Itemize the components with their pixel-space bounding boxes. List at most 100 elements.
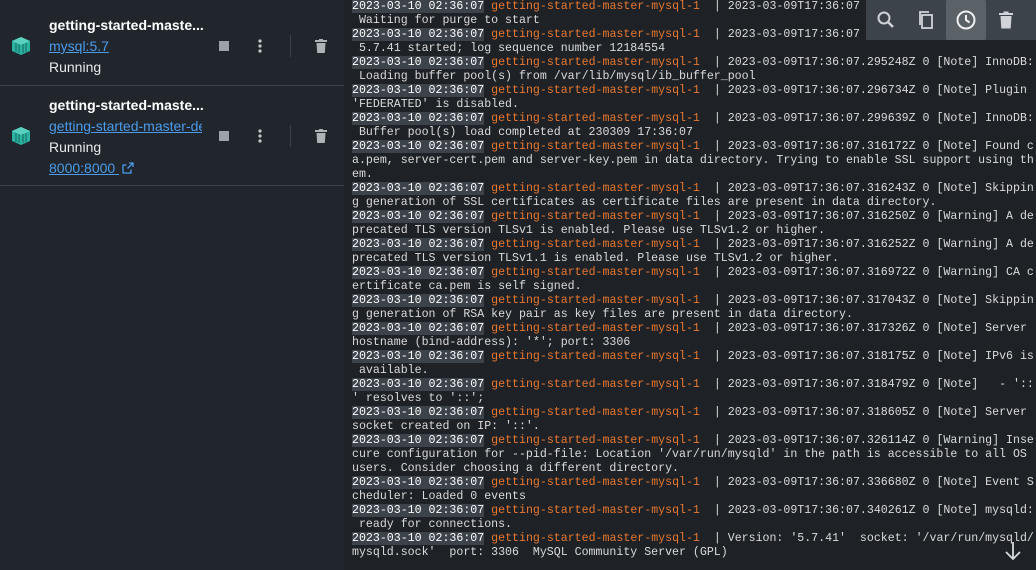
log-line: a.pem, server-cert.pem and server-key.pe…: [352, 154, 1034, 168]
log-message: | 2023-03-09T17:36:07.318175Z 0 [Note] I…: [699, 350, 1034, 363]
scroll-to-bottom-icon[interactable]: [1002, 540, 1024, 562]
log-line: 2023-03-10 02:36:07 getting-started-mast…: [352, 322, 1027, 336]
log-source: getting-started-master-mysql-1: [491, 182, 700, 195]
log-line: ' resolves to '::';: [352, 392, 484, 406]
log-timestamp: 2023-03-10 02:36:07: [352, 140, 485, 153]
log-timestamp: 2023-03-10 02:36:07: [352, 0, 485, 13]
container-image-link[interactable]: getting-started-master-de: [49, 118, 202, 134]
log-message: | Version: '5.7.41' socket: '/var/run/my…: [699, 532, 1034, 545]
container-name[interactable]: getting-started-maste...: [49, 17, 205, 33]
log-message: | 2023-03-09T17:36:07.295248Z 0 [Note] I…: [699, 56, 1034, 69]
log-line: Waiting for purge to start: [352, 14, 540, 28]
log-message: precated TLS version TLSv1.1 is enabled.…: [352, 252, 840, 265]
log-timestamp: 2023-03-10 02:36:07: [352, 266, 485, 279]
stop-icon: [219, 41, 229, 51]
log-line: ertificate ca.pem is self signed.: [352, 280, 582, 294]
more-options-button[interactable]: [248, 34, 272, 58]
log-message: Waiting for purge to start: [352, 14, 540, 27]
log-message: Loading buffer pool(s) from /var/lib/mys…: [352, 70, 756, 83]
log-source: getting-started-master-mysql-1: [491, 504, 700, 517]
clock-icon: [956, 10, 976, 30]
log-timestamp: 2023-03-10 02:36:07: [352, 532, 485, 545]
log-message: cheduler: Loaded 0 events: [352, 490, 526, 503]
log-line: socket created on IP: '::'.: [352, 420, 540, 434]
log-timestamp: 2023-03-10 02:36:07: [352, 84, 485, 97]
clear-logs-button[interactable]: [986, 0, 1026, 40]
log-line: 2023-03-10 02:36:07 getting-started-mast…: [352, 182, 1034, 196]
log-line: 2023-03-10 02:36:07 getting-started-mast…: [352, 84, 1027, 98]
container-row[interactable]: getting-started-maste... mysql:5.7 Runni…: [0, 0, 344, 86]
log-timestamp: 2023-03-10 02:36:07: [352, 322, 485, 335]
delete-container-button[interactable]: [309, 124, 333, 148]
log-timestamp: 2023-03-10 02:36:07: [352, 210, 485, 223]
log-message: | 2023-03-09T17:36:07.299639Z 0 [Note] I…: [699, 112, 1034, 125]
log-message: | 2023-03-09T17:36:07.316172Z 0 [Note] F…: [699, 140, 1034, 153]
container-name[interactable]: getting-started-maste...: [49, 97, 205, 113]
log-line: 2023-03-10 02:36:07 getting-started-mast…: [352, 378, 1034, 392]
copy-icon: [919, 11, 933, 29]
log-line: g generation of RSA key pair as key file…: [352, 308, 853, 322]
log-line: hostname (bind-address): '*'; port: 3306: [352, 336, 630, 350]
log-timestamp: 2023-03-10 02:36:07: [352, 504, 485, 517]
log-source: getting-started-master-mysql-1: [491, 210, 700, 223]
delete-icon: [999, 11, 1013, 29]
log-line: em.: [352, 168, 373, 182]
log-message: | 2023-03-09T17:36:07.318479Z 0 [Note] -…: [699, 378, 1034, 391]
log-timestamp: 2023-03-10 02:36:07: [352, 28, 485, 41]
log-line: 2023-03-10 02:36:07 getting-started-mast…: [352, 210, 1034, 224]
log-message: | 2023-03-09T17:36:07.326114Z 0 [Warning…: [699, 434, 1034, 447]
log-source: getting-started-master-mysql-1: [491, 476, 700, 489]
log-line: 2023-03-10 02:36:07 getting-started-mast…: [352, 238, 1034, 252]
container-row[interactable]: getting-started-maste... getting-started…: [0, 87, 344, 186]
log-line: 2023-03-10 02:36:07 getting-started-mast…: [352, 56, 1034, 70]
log-timestamp: 2023-03-10 02:36:07: [352, 476, 485, 489]
log-line: available.: [352, 364, 429, 378]
log-message: | 2023-03-09T17:36:07.340261Z 0 [Note] m…: [699, 504, 1034, 517]
log-message: g generation of RSA key pair as key file…: [352, 308, 853, 321]
log-line: precated TLS version TLSv1.1 is enabled.…: [352, 252, 839, 266]
timestamps-toggle[interactable]: [946, 0, 986, 40]
log-line: 2023-03-10 02:36:07 getting-started-mast…: [352, 350, 1034, 364]
log-message: | 2023-03-09T17:36:07.316972Z 0 [Warning…: [699, 266, 1034, 279]
log-output[interactable]: 2023-03-10 02:36:07 getting-started-mast…: [344, 0, 1036, 570]
log-message: socket created on IP: '::'.: [352, 420, 540, 433]
log-message: ready for connections.: [352, 518, 513, 531]
port-link[interactable]: 8000:8000: [49, 160, 134, 176]
log-message: | 2023-03-09T17:36:07.316243Z 0 [Note] S…: [699, 182, 1034, 195]
log-message: available.: [352, 364, 429, 377]
stop-button[interactable]: [212, 34, 236, 58]
search-button[interactable]: [866, 0, 906, 40]
log-source: getting-started-master-mysql-1: [491, 322, 700, 335]
log-source: getting-started-master-mysql-1: [491, 294, 700, 307]
log-message: | 2023-03-09T17:36:07.336680Z 0 [Note] E…: [699, 476, 1034, 489]
stop-button[interactable]: [212, 124, 236, 148]
log-source: getting-started-master-mysql-1: [491, 84, 700, 97]
log-message: precated TLS version TLSv1 is enabled. P…: [352, 224, 826, 237]
log-message: cure configuration for --pid-file: Locat…: [352, 448, 1027, 461]
log-message: 5.7.41 started; log sequence number 1218…: [352, 42, 666, 55]
log-timestamp: 2023-03-10 02:36:07: [352, 56, 485, 69]
log-line: 'FEDERATED' is disabled.: [352, 98, 519, 112]
copy-button[interactable]: [906, 0, 946, 40]
more-options-button[interactable]: [248, 124, 272, 148]
log-message: ertificate ca.pem is self signed.: [352, 280, 582, 293]
log-toolbar: [866, 0, 1036, 40]
log-source: getting-started-master-mysql-1: [491, 28, 700, 41]
delete-container-button[interactable]: [309, 34, 333, 58]
log-message: | 2023-03-09T17:36:07.316250Z 0 [Warning…: [699, 210, 1034, 223]
log-source: getting-started-master-mysql-1: [491, 266, 700, 279]
container-image-link[interactable]: mysql:5.7: [49, 38, 109, 54]
more-vertical-icon: [258, 129, 262, 143]
log-line: 2023-03-10 02:36:07 getting-started-mast…: [352, 434, 1034, 448]
divider: [290, 35, 291, 57]
container-status: Running: [49, 139, 102, 155]
log-message: | 2023-03-09T17:36:07.318605Z 0 [Note] S…: [699, 406, 1027, 419]
port-label[interactable]: 8000:8000: [49, 160, 115, 176]
log-line: cheduler: Loaded 0 events: [352, 490, 526, 504]
log-line: 2023-03-10 02:36:07 getting-started-mast…: [352, 0, 860, 14]
log-line: g generation of SSL certificates as cert…: [352, 196, 936, 210]
log-message: ' resolves to '::';: [352, 392, 485, 405]
log-timestamp: 2023-03-10 02:36:07: [352, 434, 485, 447]
log-line: 2023-03-10 02:36:07 getting-started-mast…: [352, 406, 1027, 420]
log-message: | 2023-03-09T17:36:07.317043Z 0 [Note] S…: [699, 294, 1034, 307]
